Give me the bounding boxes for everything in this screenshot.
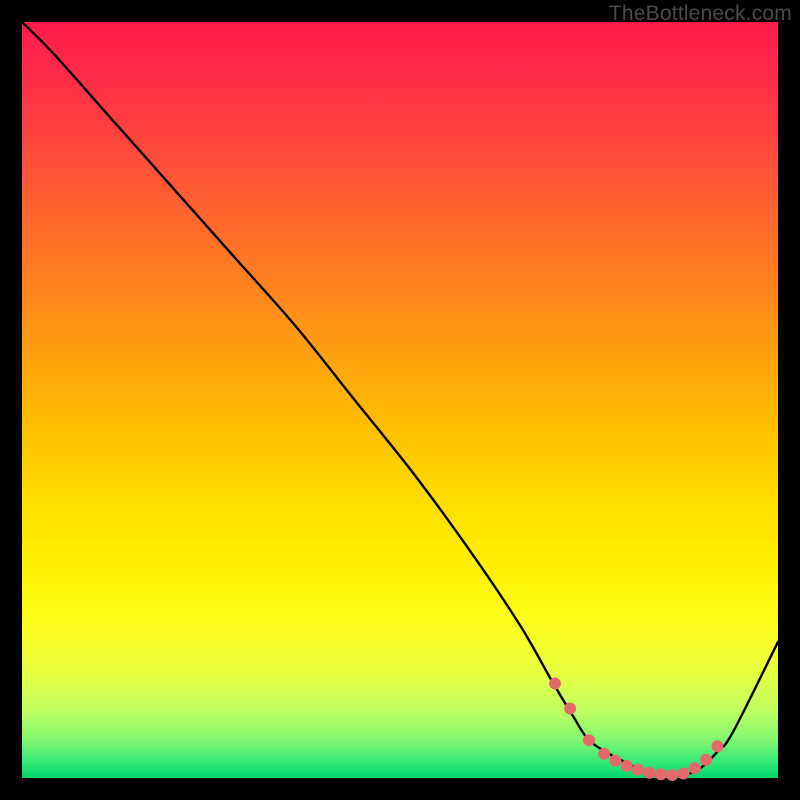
- highlight-dots: [549, 678, 724, 781]
- highlight-dot: [621, 760, 633, 772]
- highlight-dot: [666, 769, 678, 781]
- highlight-dot: [689, 762, 701, 774]
- curve-layer: [22, 22, 778, 778]
- bottleneck-curve: [22, 22, 778, 776]
- highlight-dot: [643, 767, 655, 779]
- plot-area: [22, 22, 778, 778]
- highlight-dot: [549, 678, 561, 690]
- highlight-dot: [583, 734, 595, 746]
- highlight-dot: [655, 768, 667, 780]
- highlight-dot: [712, 740, 724, 752]
- highlight-dot: [678, 767, 690, 779]
- highlight-dot: [609, 755, 621, 767]
- highlight-dot: [564, 702, 576, 714]
- highlight-dot: [598, 748, 610, 760]
- highlight-dot: [700, 754, 712, 766]
- watermark-text: TheBottleneck.com: [609, 2, 792, 26]
- highlight-dot: [632, 764, 644, 776]
- chart-canvas: TheBottleneck.com: [0, 0, 800, 800]
